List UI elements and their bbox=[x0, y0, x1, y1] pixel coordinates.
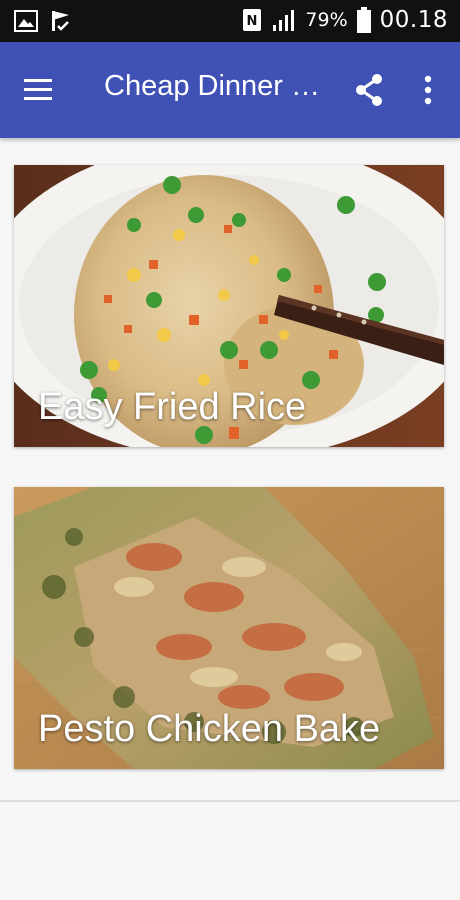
app-bar: Cheap Dinner R... bbox=[0, 42, 460, 138]
nfc-icon: N bbox=[243, 9, 262, 31]
recipe-card-easy-fried-rice[interactable]: Easy Fried Rice bbox=[14, 165, 444, 447]
share-icon bbox=[356, 74, 382, 106]
battery-percent: 79% bbox=[305, 9, 348, 31]
flag-check-icon bbox=[52, 11, 69, 31]
recipe-title: Pesto Chicken Bake bbox=[38, 708, 381, 750]
status-bar: N 79% 00.18 bbox=[0, 0, 460, 42]
status-left-icons bbox=[14, 9, 72, 33]
battery-icon bbox=[356, 7, 371, 33]
status-right-icons: N 79% 00.18 bbox=[241, 6, 448, 34]
recipe-card-pesto-chicken-bake[interactable]: Pesto Chicken Bake bbox=[14, 487, 444, 769]
image-icon bbox=[14, 10, 38, 32]
svg-text:N: N bbox=[247, 14, 258, 29]
hamburger-menu-icon bbox=[24, 79, 52, 100]
share-button[interactable] bbox=[352, 72, 386, 108]
signal-icon bbox=[273, 10, 295, 31]
status-time: 00.18 bbox=[379, 7, 448, 33]
recipe-title: Easy Fried Rice bbox=[38, 386, 307, 428]
more-vert-icon bbox=[424, 75, 432, 105]
more-options-button[interactable] bbox=[418, 72, 438, 108]
menu-button[interactable] bbox=[22, 76, 56, 104]
page-title: Cheap Dinner R... bbox=[104, 70, 326, 102]
list-divider bbox=[0, 800, 460, 802]
